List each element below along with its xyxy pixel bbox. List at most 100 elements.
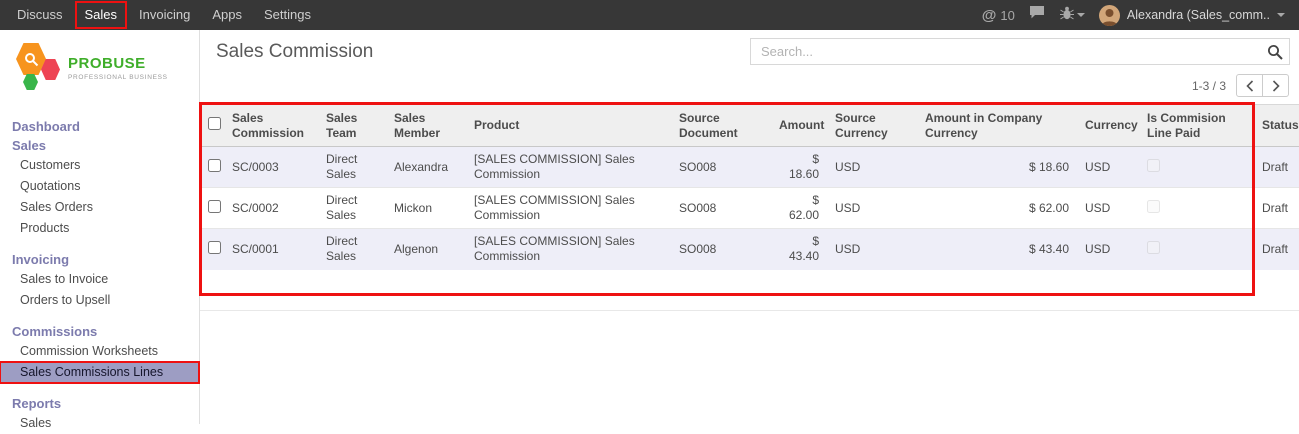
magnifier-glyph <box>24 52 39 67</box>
sidebar-section-invoicing[interactable]: Invoicing <box>0 250 199 269</box>
logo-icon <box>14 43 60 93</box>
user-name-label: Alexandra (Sales_comm.. <box>1127 8 1270 22</box>
select-all-checkbox[interactable] <box>208 117 221 130</box>
sidebar-item-sales-commissions-lines[interactable]: Sales Commissions Lines <box>0 362 199 383</box>
row-checkbox[interactable] <box>208 241 221 254</box>
sidebar-item-customers[interactable]: Customers <box>0 155 199 176</box>
mention-icon: @ <box>982 7 997 24</box>
cell-amount-company: $ 62.00 <box>917 188 1077 229</box>
cell-reference: SC/0003 <box>224 147 318 188</box>
menu-invoicing[interactable]: Invoicing <box>128 0 201 30</box>
sidebar-item-sales-orders[interactable]: Sales Orders <box>0 197 199 218</box>
menu-sales[interactable]: Sales <box>74 0 129 30</box>
pager-previous-button[interactable] <box>1236 74 1263 97</box>
cell-sales-team: Direct Sales <box>318 188 386 229</box>
column-header-amount-company-currency[interactable]: Amount in Company Currency <box>917 105 1077 147</box>
logo-title: PROBUSE <box>68 55 168 72</box>
cell-status: Draft <box>1254 229 1299 270</box>
table-row[interactable]: SC/0003 Direct Sales Alexandra [SALES CO… <box>200 147 1299 188</box>
app-window: { "topbar": { "menus": ["Discuss", "Sale… <box>0 0 1299 424</box>
column-header-is-commission-line-paid[interactable]: Is Commision Line Paid <box>1139 105 1254 147</box>
row-checkbox[interactable] <box>208 159 221 172</box>
top-navbar: Discuss Sales Invoicing Apps Settings @ … <box>0 0 1299 30</box>
cell-status: Draft <box>1254 147 1299 188</box>
is-paid-checkbox <box>1147 159 1160 172</box>
sidebar: PROBUSE PROFESSIONAL BUSINESS Dashboard … <box>0 30 200 424</box>
column-header-currency[interactable]: Currency <box>1077 105 1139 147</box>
search-input[interactable] <box>751 44 1261 59</box>
avatar <box>1099 5 1120 26</box>
cell-currency: USD <box>1077 229 1139 270</box>
chevron-right-icon <box>1272 80 1280 92</box>
cell-reference: SC/0001 <box>224 229 318 270</box>
select-all-cell <box>200 105 224 147</box>
row-checkbox[interactable] <box>208 200 221 213</box>
search-icon[interactable] <box>1261 44 1289 60</box>
cell-is-paid <box>1139 229 1254 270</box>
row-select-cell <box>200 188 224 229</box>
column-header-status[interactable]: Status <box>1254 105 1299 147</box>
column-header-source-currency[interactable]: Source Currency <box>827 105 917 147</box>
is-paid-checkbox <box>1147 241 1160 254</box>
cell-is-paid <box>1139 188 1254 229</box>
commission-lines-table: Sales Commission Sales Team Sales Member… <box>200 104 1299 270</box>
mentions-button[interactable]: @ 10 <box>982 7 1015 24</box>
cell-amount: $ 62.00 <box>771 188 827 229</box>
cell-source-document: SO008 <box>671 188 771 229</box>
topbar-right-cluster: @ 10 <box>982 5 1285 26</box>
menu-apps[interactable]: Apps <box>201 0 253 30</box>
main-content: Sales Commission 1-3 / 3 <box>200 30 1299 424</box>
column-header-source-document[interactable]: Source Document <box>671 105 771 147</box>
sidebar-section-sales[interactable]: Sales <box>0 136 199 155</box>
sidebar-section-commissions[interactable]: Commissions <box>0 322 199 341</box>
column-header-amount[interactable]: Amount <box>771 105 827 147</box>
table-header-row: Sales Commission Sales Team Sales Member… <box>200 105 1299 147</box>
cell-currency: USD <box>1077 188 1139 229</box>
chevron-down-icon <box>1277 13 1285 17</box>
logo-subtitle: PROFESSIONAL BUSINESS <box>68 74 168 81</box>
cell-source-document: SO008 <box>671 147 771 188</box>
cell-source-currency: USD <box>827 147 917 188</box>
menu-settings[interactable]: Settings <box>253 0 322 30</box>
cell-sales-member: Algenon <box>386 229 466 270</box>
cell-product: [SALES COMMISSION] Sales Commission <box>466 229 671 270</box>
sidebar-item-quotations[interactable]: Quotations <box>0 176 199 197</box>
menu-discuss[interactable]: Discuss <box>6 0 74 30</box>
mention-count-badge: 10 <box>1000 8 1014 23</box>
cell-sales-team: Direct Sales <box>318 229 386 270</box>
pager-next-button[interactable] <box>1262 74 1289 97</box>
sidebar-item-sales-to-invoice[interactable]: Sales to Invoice <box>0 269 199 290</box>
company-logo: PROBUSE PROFESSIONAL BUSINESS <box>0 30 199 101</box>
cell-amount: $ 43.40 <box>771 229 827 270</box>
sidebar-item-commission-worksheets[interactable]: Commission Worksheets <box>0 341 199 362</box>
sidebar-item-orders-to-upsell[interactable]: Orders to Upsell <box>0 290 199 311</box>
row-select-cell <box>200 229 224 270</box>
column-header-sales-team[interactable]: Sales Team <box>318 105 386 147</box>
cell-source-currency: USD <box>827 188 917 229</box>
cell-product: [SALES COMMISSION] Sales Commission <box>466 188 671 229</box>
cell-product: [SALES COMMISSION] Sales Commission <box>466 147 671 188</box>
column-header-sales-commission[interactable]: Sales Commission <box>224 105 318 147</box>
table-row[interactable]: SC/0001 Direct Sales Algenon [SALES COMM… <box>200 229 1299 270</box>
cell-source-currency: USD <box>827 229 917 270</box>
column-header-product[interactable]: Product <box>466 105 671 147</box>
cell-sales-member: Alexandra <box>386 147 466 188</box>
user-menu[interactable]: Alexandra (Sales_comm.. <box>1099 5 1285 26</box>
messages-button[interactable] <box>1029 5 1046 25</box>
cell-sales-member: Mickon <box>386 188 466 229</box>
sidebar-nav: Dashboard Sales Customers Quotations Sal… <box>0 101 199 434</box>
column-header-sales-member[interactable]: Sales Member <box>386 105 466 147</box>
cell-source-document: SO008 <box>671 229 771 270</box>
control-panel: Sales Commission 1-3 / 3 <box>200 30 1299 104</box>
sidebar-item-dashboard[interactable]: Dashboard <box>0 117 199 136</box>
cell-reference: SC/0002 <box>224 188 318 229</box>
cell-status: Draft <box>1254 188 1299 229</box>
cell-amount-company: $ 43.40 <box>917 229 1077 270</box>
sidebar-section-reports[interactable]: Reports <box>0 394 199 413</box>
list-bottom-divider <box>200 310 1299 311</box>
cell-amount: $ 18.60 <box>771 147 827 188</box>
debug-menu-button[interactable] <box>1060 6 1085 25</box>
is-paid-checkbox <box>1147 200 1160 213</box>
sidebar-item-products[interactable]: Products <box>0 218 199 239</box>
table-row[interactable]: SC/0002 Direct Sales Mickon [SALES COMMI… <box>200 188 1299 229</box>
